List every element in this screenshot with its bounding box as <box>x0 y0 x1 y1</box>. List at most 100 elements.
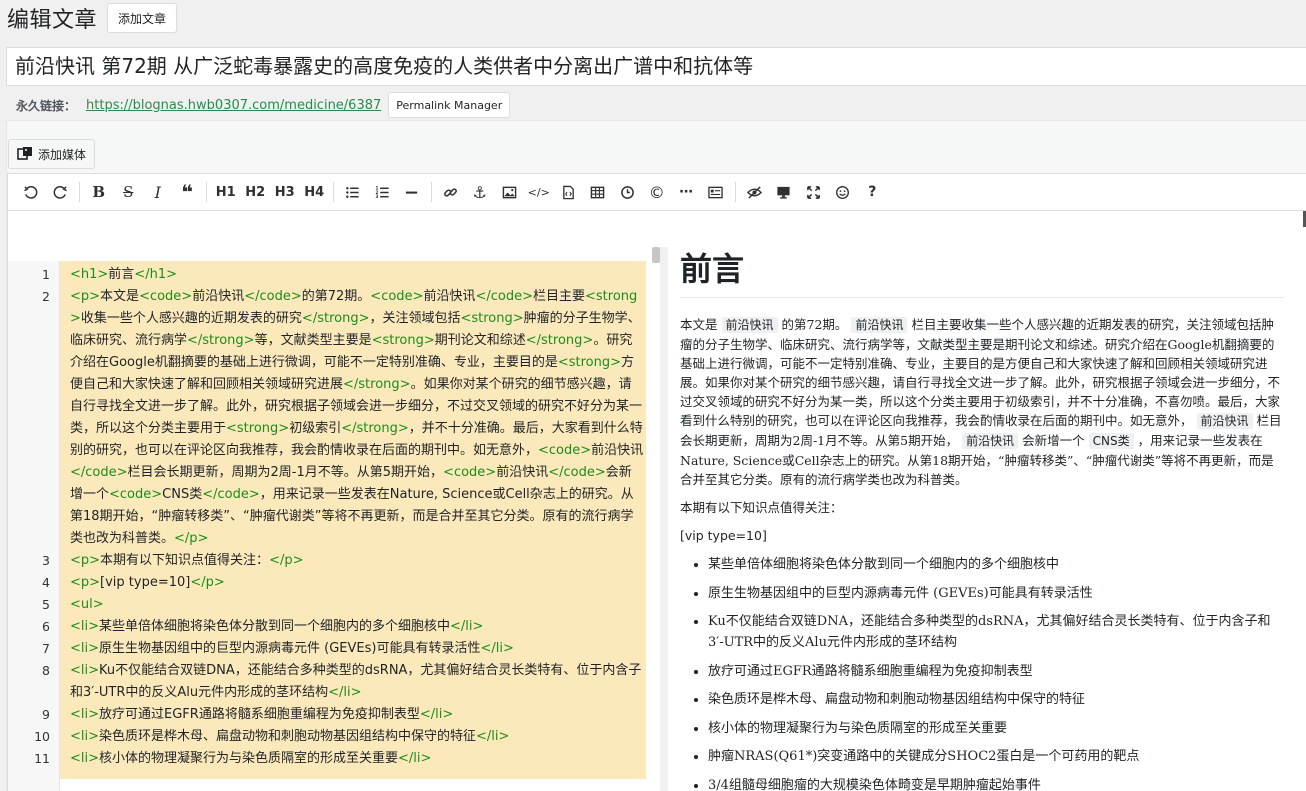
code-line-text: <li>某些单倍体细胞将染色体分散到同一个细胞内的多个细胞核中</li> <box>70 619 484 634</box>
h2-button[interactable]: H2 <box>241 179 271 205</box>
code-line-text: <li>核小体的物理凝聚行为与染色质隔室的形成至关重要</li> <box>70 751 432 766</box>
toolbar-separator <box>206 182 207 202</box>
code-icon[interactable]: </> <box>524 179 554 205</box>
list-item: 某些单倍体细胞将染色体分散到同一个细胞内的多个细胞核中 <box>708 554 1286 575</box>
code-line-text: <li>Ku不仅能结合双链DNA，还能结合多种类型的dsRNA，尤其偏好结合灵长… <box>70 663 642 700</box>
h1-button[interactable]: H1 <box>211 179 241 205</box>
code-line[interactable]: 6 <li>某些单倍体细胞将染色体分散到同一个细胞内的多个细胞核中</li> <box>8 616 648 638</box>
inline-code: CNS类 <box>1088 433 1134 449</box>
code-line[interactable]: 1 <h1>前言</h1> <box>8 264 648 286</box>
editor-toolbar: B S I ❝ H1 H2 H3 H4 123 ⚓ </> © ⋯ ? <box>7 173 1306 211</box>
code-line[interactable]: 9 <li>放疗可通过EGFR通路将髓系细胞重编程为免疫抑制表型</li> <box>8 704 648 726</box>
code-line-text: <li>原生生物基因组中的巨型内源病毒元件 (GEVEs)可能具有转录活性</l… <box>70 641 514 656</box>
line-number: 3 <box>42 553 50 568</box>
strikethrough-icon[interactable]: S <box>114 179 144 205</box>
permalink-link[interactable]: https://blognas.hwb0307.com/medicine/638… <box>86 98 381 113</box>
file-code-icon[interactable] <box>554 179 584 205</box>
toolbar-separator <box>79 182 80 202</box>
code-line-text: <ul> <box>70 597 104 612</box>
editor-body: 1 <h1>前言</h1> 2 <p>本文是<code>前沿快讯</code>的第72… <box>7 211 1306 791</box>
code-line[interactable]: 5 <ul> <box>8 594 648 616</box>
anchor-icon[interactable]: ⚓ <box>465 179 495 205</box>
code-line[interactable]: 3 <p>本期有以下知识点值得关注：</p> <box>8 550 648 572</box>
list-item: 3/4组髓母细胞瘤的大规模染色体畸变是早期肿瘤起始事件 <box>708 775 1286 791</box>
add-media-button[interactable]: 添加媒体 <box>8 139 96 169</box>
line-number: 5 <box>42 597 50 612</box>
add-media-label: 添加媒体 <box>38 147 87 162</box>
code-line[interactable]: 11 <li>核小体的物理凝聚行为与染色质隔室的形成至关重要</li> <box>8 748 648 770</box>
toolbar-separator <box>333 182 334 202</box>
add-new-post-button[interactable]: 添加文章 <box>107 3 178 33</box>
paragraph-text: 栏目主要收集一些个人感兴趣的近期发表的研究，关注领域包括肿瘤的分子生物学、临床研… <box>680 317 1281 428</box>
toolbar-separator <box>734 182 736 202</box>
code-line[interactable]: 4 <p>[vip type=10]</p> <box>8 572 648 594</box>
code-editor[interactable]: 1 <h1>前言</h1> 2 <p>本文是<code>前沿快讯</code>的第72… <box>8 261 660 791</box>
clock-icon[interactable] <box>613 179 643 205</box>
preview-paragraph: 本期有以下知识点值得关注： <box>680 500 843 515</box>
help-icon[interactable]: ? <box>858 179 888 205</box>
paragraph-text: 会新增一个 <box>1022 433 1085 448</box>
code-line-text: <li>放疗可通过EGFR通路将髓系细胞重编程为免疫抑制表型</li> <box>70 707 454 722</box>
code-line[interactable]: 2 <p>本文是<code>前沿快讯</code>的第72期。<code>前沿快讯… <box>8 286 648 550</box>
code-line[interactable]: 7 <li>原生生物基因组中的巨型内源病毒元件 (GEVEs)可能具有转录活性</… <box>8 638 648 660</box>
code-line-text: <li>染色质环是桦木母、扁盘动物和刺胞动物基因组结构中保守的特征</li> <box>70 729 510 744</box>
inline-code: 前沿快讯 <box>721 317 778 333</box>
page-header: 编辑文章 添加文章 <box>7 3 178 33</box>
editor-scrollbar-track[interactable] <box>660 247 668 791</box>
line-number: 8 <box>42 663 50 678</box>
link-icon[interactable] <box>436 179 466 205</box>
line-number: 6 <box>42 619 50 634</box>
paragraph-text: 的第72期。 <box>781 317 848 332</box>
bold-icon[interactable]: B <box>84 179 114 205</box>
permalink-row: 永久链接： https://blognas.hwb0307.com/medici… <box>16 92 511 118</box>
line-number: 1 <box>42 267 50 282</box>
italic-icon[interactable]: I <box>143 179 173 205</box>
toc-icon[interactable] <box>701 179 731 205</box>
horizontal-rule-icon[interactable] <box>397 179 427 205</box>
fullscreen-icon[interactable] <box>799 179 829 205</box>
media-icon <box>17 147 32 160</box>
list-item: Ku不仅能结合双链DNA，还能结合多种类型的dsRNA，尤其偏好结合灵长类特有、… <box>708 611 1286 653</box>
inline-code: 前沿快讯 <box>1196 413 1253 429</box>
list-item: 染色质环是桦木母、扁盘动物和刺胞动物基因组结构中保守的特征 <box>708 689 1286 710</box>
list-item: 肿瘤NRAS(Q61*)突变通路中的关键成分SHOC2蛋白是一个可药用的靶点 <box>708 746 1286 767</box>
line-number: 10 <box>34 729 50 744</box>
preview-toggle-icon[interactable] <box>740 179 770 205</box>
h3-button[interactable]: H3 <box>270 179 300 205</box>
permalink-manager-button[interactable]: Permalink Manager <box>388 92 511 118</box>
image-icon[interactable] <box>495 179 525 205</box>
line-number: 7 <box>42 641 50 656</box>
inline-code: 前沿快讯 <box>851 317 908 333</box>
code-line[interactable]: 10 <li>染色质环是桦木母、扁盘动物和刺胞动物基因组结构中保守的特征</li> <box>8 726 648 748</box>
svg-text:3: 3 <box>375 194 378 199</box>
emoji-icon[interactable] <box>828 179 858 205</box>
unordered-list-icon[interactable] <box>338 179 368 205</box>
page-title: 编辑文章 <box>7 8 98 33</box>
more-icon[interactable]: ⋯ <box>672 179 702 205</box>
h4-button[interactable]: H4 <box>300 179 330 205</box>
line-number: 9 <box>42 707 50 722</box>
list-item: 放疗可通过EGFR通路将髓系细胞重编程为免疫抑制表型 <box>708 661 1286 682</box>
list-item: 原生生物基因组中的巨型内源病毒元件 (GEVEs)可能具有转录活性 <box>708 583 1286 604</box>
editor-scrollbar-thumb[interactable] <box>652 247 660 263</box>
preview-key-points-list: 某些单倍体细胞将染色体分散到同一个细胞内的多个细胞核中原生生物基因组中的巨型内源… <box>680 554 1286 791</box>
preview-vip-shortcode: [vip type=10] <box>680 528 767 543</box>
line-number: 2 <box>42 289 50 304</box>
preview-pane: 前言 本文是 前沿快讯 的第72期。 前沿快讯 栏目主要收集一些个人感兴趣的近期发表的研… <box>670 247 1306 791</box>
list-item: 核小体的物理凝聚行为与染色质隔室的形成至关重要 <box>708 718 1286 739</box>
code-line[interactable]: 8 <li>Ku不仅能结合双链DNA，还能结合多种类型的dsRNA，尤其偏好结合灵… <box>8 660 648 704</box>
redo-icon[interactable] <box>46 179 76 205</box>
inline-code: 前沿快讯 <box>962 433 1019 449</box>
preview-heading: 前言 <box>680 247 1284 298</box>
undo-icon[interactable] <box>16 179 46 205</box>
code-line-text: <p>本文是<code>前沿快讯</code>的第72期。<code>前沿快讯<… <box>70 289 644 546</box>
ordered-list-icon[interactable]: 123 <box>368 179 398 205</box>
table-icon[interactable] <box>583 179 613 205</box>
quote-icon[interactable]: ❝ <box>173 179 203 205</box>
post-title-input[interactable]: 前沿快讯 第72期 从广泛蛇毒暴露史的高度免疫的人类供者中分离出广谱中和抗体等 <box>6 47 1306 86</box>
desktop-icon[interactable] <box>769 179 799 205</box>
code-line-text: <h1>前言</h1> <box>70 267 177 282</box>
copyright-icon[interactable]: © <box>642 179 672 205</box>
code-lines: 1 <h1>前言</h1> 2 <p>本文是<code>前沿快讯</code>的第72… <box>8 264 648 770</box>
paragraph-text: 本文是 <box>680 317 718 332</box>
